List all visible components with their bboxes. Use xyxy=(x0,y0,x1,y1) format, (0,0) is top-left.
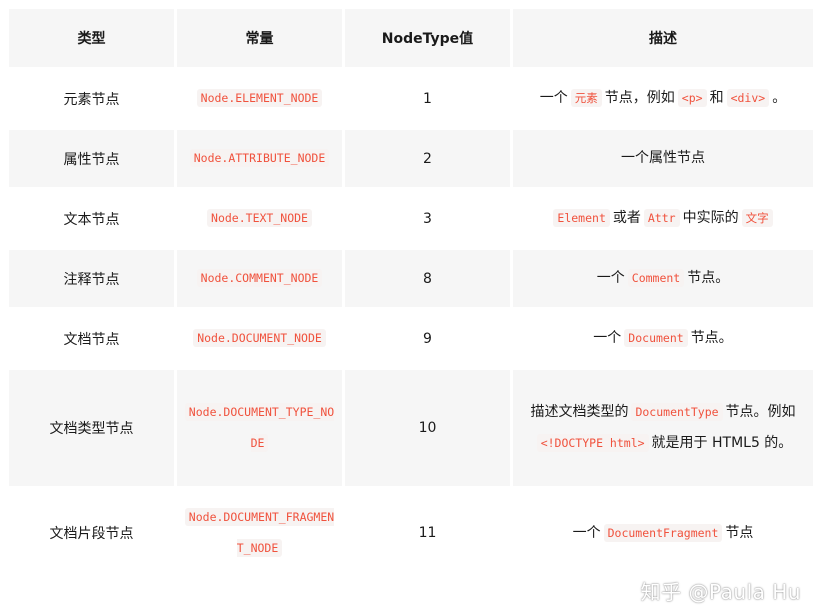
cell-description: 一个 元素 节点，例如 <p> 和 <div>。 xyxy=(513,70,813,127)
constant-code: Node.COMMENT_NODE xyxy=(196,269,323,287)
cell-constant: Node.TEXT_NODE xyxy=(177,190,342,247)
description-text: 。 xyxy=(772,90,787,106)
cell-nodetype-value: 2 xyxy=(345,130,510,187)
header-constant: 常量 xyxy=(177,9,342,67)
description-code: 元素 xyxy=(570,89,602,107)
description-text: 节点。例如 xyxy=(725,404,796,420)
table-row: 文档类型节点 Node.DOCUMENT_TYPE_NODE 10 描述文档类型的 Do… xyxy=(9,370,813,486)
description-text: 描述文档类型的 xyxy=(530,404,629,420)
table-header-row: 类型 常量 NodeType值 描述 xyxy=(9,9,813,67)
cell-description: 一个 Comment 节点。 xyxy=(513,250,813,307)
cell-description: Element 或者 Attr 中实际的 文字 xyxy=(513,190,813,247)
cell-type: 注释节点 xyxy=(9,250,174,307)
description-text: 和 xyxy=(709,90,724,106)
description-code: 文字 xyxy=(741,209,773,227)
description-text: 一个 xyxy=(572,524,601,541)
cell-constant: Node.ATTRIBUTE_NODE xyxy=(177,130,342,187)
header-nodetype-value: NodeType值 xyxy=(345,9,510,67)
cell-nodetype-value: 10 xyxy=(345,370,510,486)
description-text: 节点。 xyxy=(690,330,733,346)
cell-description: 一个 DocumentFragment 节点 xyxy=(513,489,813,577)
constant-code: Node.TEXT_NODE xyxy=(207,209,312,227)
description-text: 节点，例如 xyxy=(604,90,675,106)
cell-nodetype-value: 9 xyxy=(345,310,510,367)
description-code: Document xyxy=(624,329,688,347)
table-row: 元素节点 Node.ELEMENT_NODE 1 一个 元素 节点，例如 <p> 和 <div>… xyxy=(9,70,813,127)
description-text: 一个 xyxy=(596,270,625,286)
cell-constant: Node.DOCUMENT_FRAGMENT_NODE xyxy=(177,489,342,577)
cell-type: 文档节点 xyxy=(9,310,174,367)
description-code: Attr xyxy=(643,209,680,227)
constant-code: Node.ELEMENT_NODE xyxy=(196,89,323,107)
description-text: 一个属性节点 xyxy=(621,150,705,166)
table-row: 文档片段节点 Node.DOCUMENT_FRAGMENT_NODE 11 一个 Doc… xyxy=(9,489,813,577)
watermark: 知乎 @Paula Hu xyxy=(640,580,801,604)
table-body: 元素节点 Node.ELEMENT_NODE 1 一个 元素 节点，例如 <p> 和 <div>… xyxy=(9,70,813,577)
cell-nodetype-value: 8 xyxy=(345,250,510,307)
description-code: DocumentFragment xyxy=(603,523,723,542)
cell-type: 元素节点 xyxy=(9,70,174,127)
description-text: 一个 xyxy=(593,330,622,346)
constant-code: Node.DOCUMENT_TYPE_NODE xyxy=(184,403,335,452)
cell-constant: Node.COMMENT_NODE xyxy=(177,250,342,307)
table-row: 属性节点 Node.ATTRIBUTE_NODE 2 一个属性节点 xyxy=(9,130,813,187)
cell-constant: Node.DOCUMENT_TYPE_NODE xyxy=(177,370,342,486)
cell-description: 描述文档类型的 DocumentType 节点。例如 <!DOCTYPE html> 就… xyxy=(513,370,813,486)
cell-constant: Node.ELEMENT_NODE xyxy=(177,70,342,127)
description-text: 中实际的 xyxy=(682,210,739,226)
constant-code: Node.ATTRIBUTE_NODE xyxy=(189,149,330,167)
header-description: 描述 xyxy=(513,9,813,67)
description-text: 一个 xyxy=(539,90,568,106)
cell-nodetype-value: 3 xyxy=(345,190,510,247)
cell-nodetype-value: 1 xyxy=(345,70,510,127)
cell-type: 文本节点 xyxy=(9,190,174,247)
description-text: 节点。 xyxy=(687,270,730,286)
description-code: DocumentType xyxy=(631,403,723,421)
cell-type: 文档类型节点 xyxy=(9,370,174,486)
description-code: <div> xyxy=(726,89,770,107)
node-type-table: 类型 常量 NodeType值 描述 元素节点 Node.ELEMENT_NODE… xyxy=(6,6,816,580)
cell-description: 一个属性节点 xyxy=(513,130,813,187)
cell-type: 属性节点 xyxy=(9,130,174,187)
constant-code: Node.DOCUMENT_NODE xyxy=(193,329,326,347)
cell-type: 文档片段节点 xyxy=(9,489,174,577)
constant-code: Node.DOCUMENT_FRAGMENT_NODE xyxy=(184,508,335,557)
description-code: Comment xyxy=(627,269,685,287)
description-text: 节点 xyxy=(725,524,754,541)
description-code: <!DOCTYPE html> xyxy=(536,434,649,452)
table-row: 注释节点 Node.COMMENT_NODE 8 一个 Comment 节点。 xyxy=(9,250,813,307)
header-type: 类型 xyxy=(9,9,174,67)
description-text: 或者 xyxy=(612,210,641,226)
description-code: Element xyxy=(553,209,610,227)
table-row: 文本节点 Node.TEXT_NODE 3 Element 或者 Attr 中实际的 文字 xyxy=(9,190,813,247)
table-row: 文档节点 Node.DOCUMENT_NODE 9 一个 Document 节点。 xyxy=(9,310,813,367)
description-text: 就是用于 HTML5 的。 xyxy=(651,435,793,451)
cell-constant: Node.DOCUMENT_NODE xyxy=(177,310,342,367)
cell-description: 一个 Document 节点。 xyxy=(513,310,813,367)
cell-nodetype-value: 11 xyxy=(345,489,510,577)
description-code: <p> xyxy=(677,89,707,107)
